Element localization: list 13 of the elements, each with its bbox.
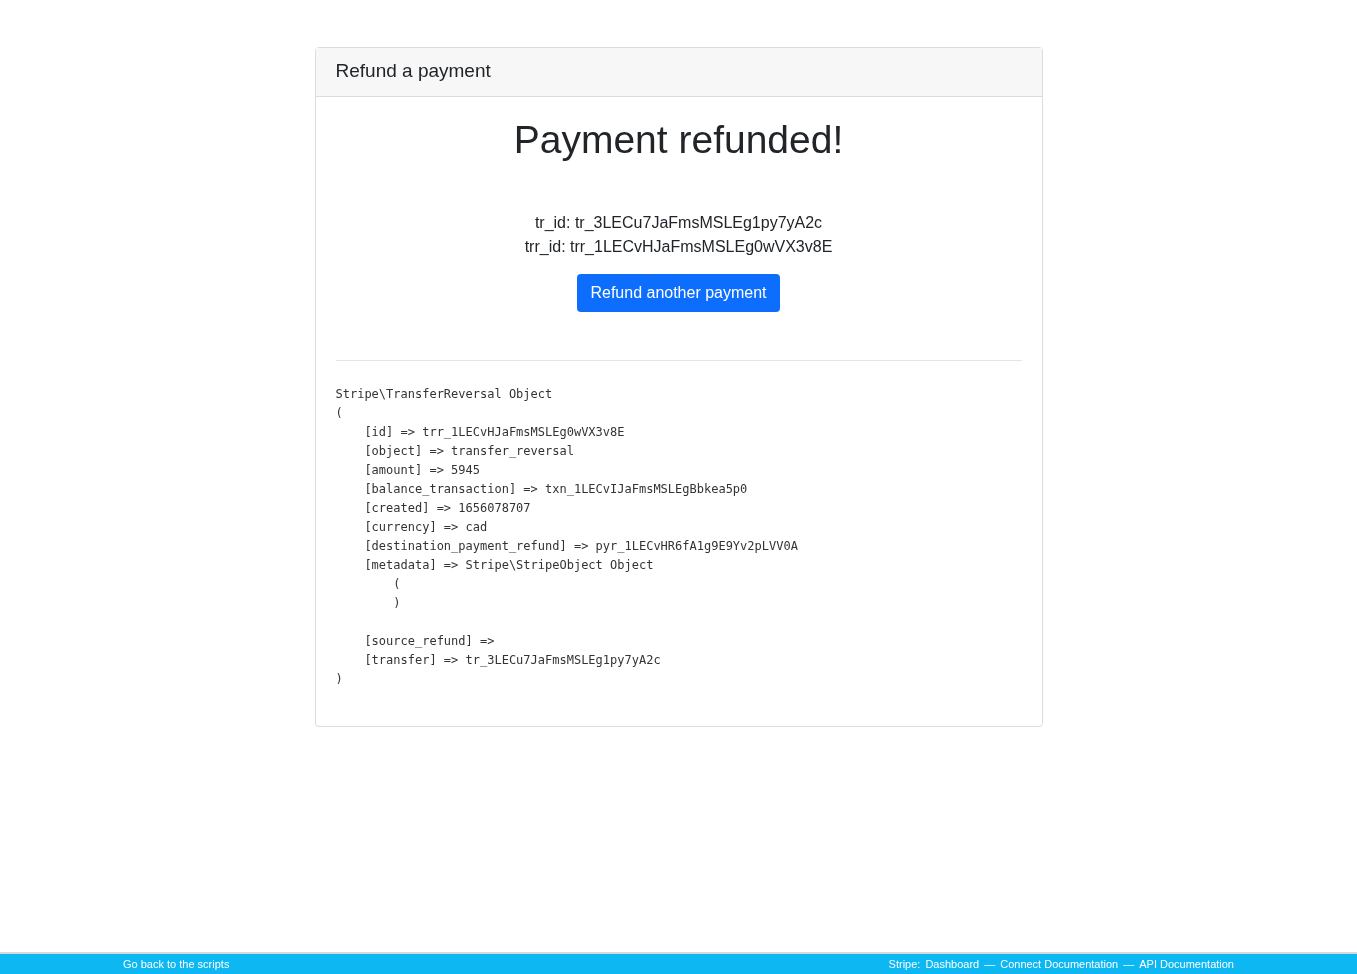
separator: —: [984, 958, 996, 970]
refund-another-button[interactable]: Refund another payment: [577, 273, 780, 312]
object-dump: Stripe\TransferReversal Object ( [id] => trr_1LECvHJaFmsMSLEg0wVX3v8E [object] => transfer_reversal [amount] => 5945 [balance_transaction] => txn_1LECvIJaFmsMSLEgBbkea5p0 [created] => 1656078707 [currency] => cad [destination_payment_refund] => pyr_1LECvHR6fA1g9E9Yv2pLVV0A [metadata] => Stripe\StripeObject Object ( ) [source_refund] => [transfer] => tr_3LECu7JaFmsMSLEg1py7yA2c ): [335, 385, 799, 688]
footer-link[interactable]: API Documentation: [1139, 958, 1234, 970]
separator: —: [1123, 958, 1135, 970]
footer-link[interactable]: Dashboard: [925, 958, 980, 970]
back-link[interactable]: Go back to the scripts: [123, 958, 230, 970]
card-header: Refund a payment: [315, 48, 1042, 97]
heading: Payment refunded!: [513, 117, 844, 163]
footer-link[interactable]: Connect Documentation: [1000, 958, 1119, 970]
id-text: trr_id: trr_1LECvHJaFmsMSLEg0wVX3v8E: [524, 236, 833, 257]
footer-label: Stripe:: [888, 958, 921, 970]
id-text: tr_id: tr_3LECu7JaFmsMSLEg1py7yA2c: [534, 212, 823, 233]
